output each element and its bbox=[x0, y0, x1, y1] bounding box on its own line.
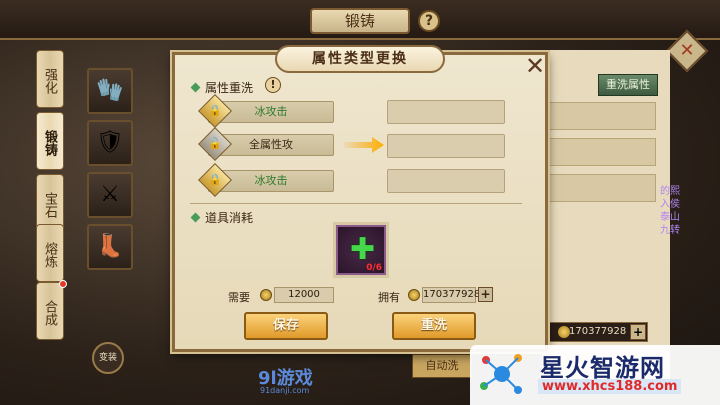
auto-wash-button[interactable]: 自动洗 bbox=[412, 354, 472, 378]
bracer-icon: 🧤 bbox=[96, 78, 124, 103]
chat-line: 的熙 bbox=[660, 186, 680, 197]
dialog-close-button[interactable]: ✕ bbox=[524, 54, 546, 78]
section-consume-label: 道具消耗 bbox=[190, 209, 253, 226]
equip-slot-armor[interactable]: 🛡 bbox=[87, 120, 133, 166]
attr-label: 冰攻击 bbox=[254, 174, 288, 187]
base-rewash-button[interactable]: 重洗属性 bbox=[598, 74, 658, 96]
base-attr-slot bbox=[548, 174, 656, 202]
close-icon: ✕ bbox=[679, 40, 695, 61]
own-value: 170377928 bbox=[422, 287, 480, 303]
chat-line: 泰山 bbox=[660, 212, 680, 223]
coin-icon bbox=[558, 326, 570, 338]
rewash-button[interactable]: 重洗 bbox=[392, 312, 476, 340]
tab-synthesis[interactable]: 合成 bbox=[36, 280, 67, 340]
tab-strengthen[interactable]: 强化 bbox=[36, 50, 64, 108]
diamond-bullet-icon bbox=[190, 212, 201, 223]
chat-line: 九转 bbox=[660, 225, 680, 236]
divider bbox=[190, 203, 522, 204]
boots-icon: 👢 bbox=[96, 234, 124, 259]
equip-slot-boots[interactable]: 👢 bbox=[87, 224, 133, 270]
base-window-header: 锻铸 ? bbox=[0, 0, 720, 40]
watermark-url: www.xhcs188.com bbox=[538, 379, 682, 394]
item-count: 0/6 bbox=[366, 263, 382, 273]
need-value: 12000 bbox=[274, 287, 334, 303]
section-rewash-label: 属性重洗 bbox=[190, 79, 253, 96]
consume-item-slot[interactable]: ✚ 0/6 bbox=[333, 222, 389, 278]
tab-smelt[interactable]: 熔炼 bbox=[36, 224, 64, 282]
costume-button[interactable]: 变装 bbox=[92, 342, 124, 374]
watermark-91-logo: 9l游戏 91danji.com bbox=[258, 368, 313, 395]
base-add-coin-button[interactable]: + bbox=[630, 324, 646, 340]
weapon-icon: ⚔ bbox=[100, 182, 120, 207]
result-slot-3 bbox=[387, 169, 505, 193]
help-button[interactable]: ? bbox=[418, 10, 440, 32]
need-label: 需要 bbox=[228, 291, 250, 304]
own-label: 拥有 bbox=[378, 291, 400, 304]
attr-row-3[interactable]: 🔒 冰攻击 bbox=[198, 163, 334, 197]
chat-line: 入侯 bbox=[660, 199, 680, 210]
attribute-change-dialog: 属性类型更换 bbox=[172, 45, 548, 352]
watermark-brand: 星火智游网 bbox=[540, 354, 665, 382]
watermark-network-icon bbox=[480, 354, 522, 394]
add-item-icon: ✚ bbox=[350, 232, 376, 267]
arrow-right-icon bbox=[344, 137, 384, 153]
base-window-title: 锻铸 bbox=[310, 8, 410, 34]
add-coin-button[interactable]: + bbox=[478, 287, 493, 302]
base-attr-slot bbox=[548, 138, 656, 166]
warning-icon[interactable]: ! bbox=[265, 77, 281, 93]
attr-label: 全属性攻 bbox=[249, 138, 293, 151]
coin-icon bbox=[408, 289, 420, 301]
result-slot-1 bbox=[387, 100, 505, 124]
equip-slot-bracer[interactable]: 🧤 bbox=[87, 68, 133, 114]
dialog-title: 属性类型更换 bbox=[275, 45, 445, 73]
armor-icon: 🛡 bbox=[96, 130, 124, 155]
tab-forge[interactable]: 锻铸 bbox=[36, 112, 64, 170]
base-attr-slot bbox=[548, 102, 656, 130]
notification-dot bbox=[59, 280, 67, 288]
chat-strip: 的熙 入侯 泰山 九转 bbox=[660, 185, 720, 255]
attr-row-2[interactable]: 🔓 全属性攻 bbox=[198, 127, 334, 161]
save-button[interactable]: 保存 bbox=[244, 312, 328, 340]
attr-row-1[interactable]: 🔒 冰攻击 bbox=[198, 94, 334, 128]
equip-slot-weapon[interactable]: ⚔ bbox=[87, 172, 133, 218]
coin-icon bbox=[260, 289, 272, 301]
diamond-bullet-icon bbox=[190, 82, 201, 93]
result-slot-2 bbox=[387, 134, 505, 158]
attr-label: 冰攻击 bbox=[254, 105, 288, 118]
